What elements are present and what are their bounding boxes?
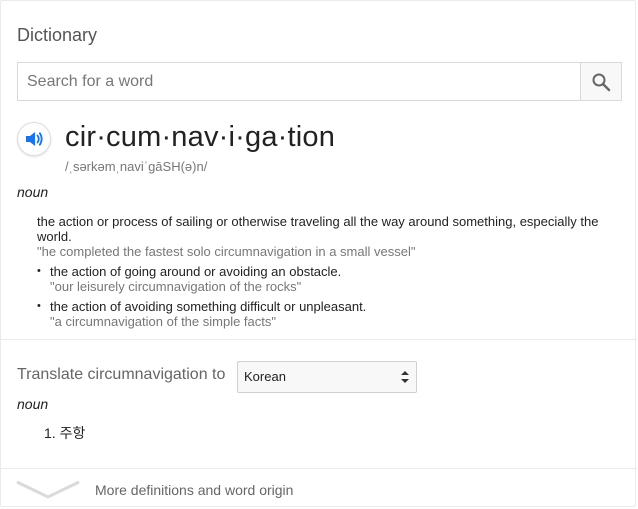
card-title: Dictionary: [17, 25, 98, 45]
main-definition: the action or process of sailing or othe…: [37, 214, 612, 259]
subsense-example: "a circumnavigation of the simple facts": [50, 314, 276, 329]
search-icon: [592, 73, 611, 91]
select-arrows-icon: [401, 371, 409, 383]
divider: [1, 468, 637, 469]
subsense-item: • the action of avoiding something diffi…: [37, 299, 597, 329]
translation-item: 1. 주항: [44, 425, 86, 441]
speaker-icon: [26, 132, 43, 146]
language-select-value: Korean: [244, 369, 286, 384]
part-of-speech: noun: [17, 184, 49, 200]
translate-label: Translate circumnavigation to: [17, 366, 226, 383]
more-definitions-link[interactable]: More definitions and word origin: [95, 482, 293, 498]
translation-part-of-speech: noun: [17, 396, 49, 412]
bullet: •: [37, 300, 41, 312]
subsense-text: the action of avoiding something difficu…: [50, 299, 367, 314]
chevron-down-icon[interactable]: [15, 478, 81, 500]
language-select[interactable]: Korean: [237, 361, 417, 393]
search-button[interactable]: [580, 63, 621, 100]
phonetic-spelling: /ˌsərkəmˌnaviˈgāSH(ə)n/: [65, 159, 208, 174]
definition-example: "he completed the fastest solo circumnav…: [37, 244, 416, 259]
dictionary-card: Dictionary cir·cum·nav·i·ga·tion /ˌsərkə…: [0, 0, 637, 507]
search-input[interactable]: [18, 63, 580, 100]
subsense-item: • the action of going around or avoiding…: [37, 264, 597, 294]
subsense-text: the action of going around or avoiding a…: [50, 264, 342, 279]
divider: [1, 339, 637, 340]
headword: cir·cum·nav·i·ga·tion: [65, 121, 336, 153]
subsense-example: "our leisurely circumnavigation of the r…: [50, 279, 302, 294]
search-box: [17, 62, 622, 101]
definition-text: the action or process of sailing or othe…: [37, 214, 599, 244]
pronunciation-button[interactable]: [17, 122, 51, 156]
bullet: •: [37, 265, 41, 277]
